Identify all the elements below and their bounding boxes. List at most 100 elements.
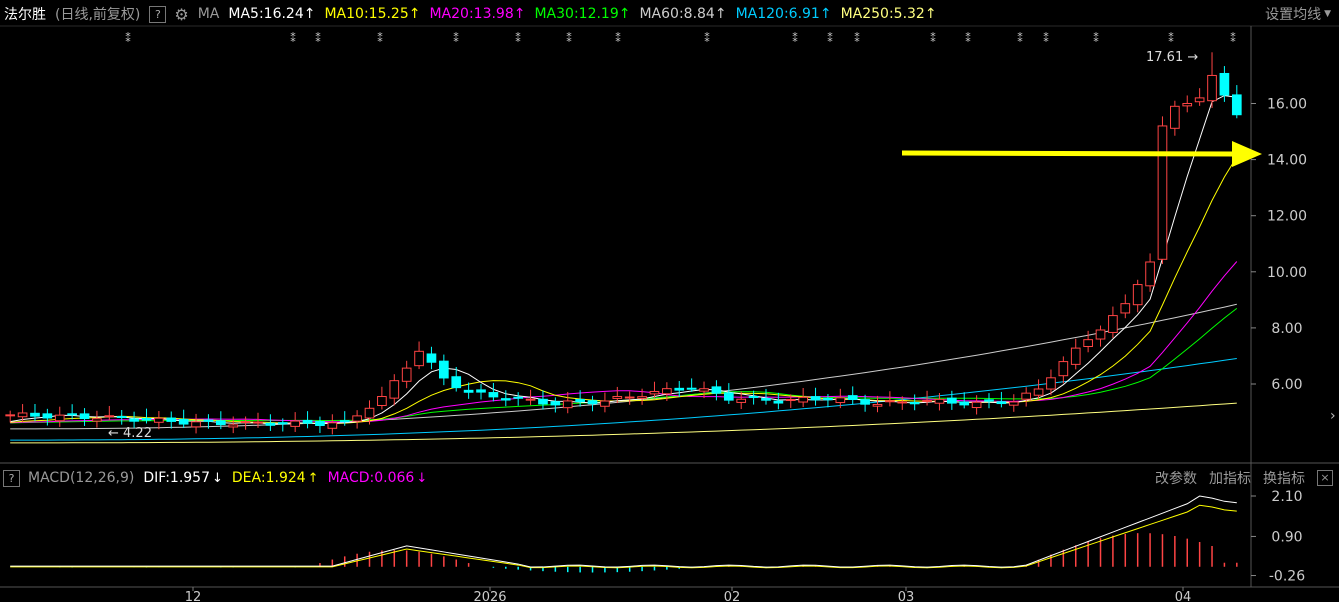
x-tick-label: 02 xyxy=(724,590,741,602)
event-marker: ⁑ xyxy=(566,32,572,45)
candle-body xyxy=(1231,94,1242,116)
event-marker: ⁑ xyxy=(515,32,521,45)
candle-body xyxy=(810,396,821,401)
candle-body xyxy=(723,392,734,401)
candle-body xyxy=(699,388,709,392)
macd-dea: DEA:1.924 xyxy=(231,470,306,486)
candle-body xyxy=(166,417,177,422)
candle-body xyxy=(1046,377,1056,390)
candle-body xyxy=(401,367,412,382)
candle-body xyxy=(265,422,276,426)
add-indicator-button[interactable]: 加指标 xyxy=(1209,468,1251,488)
candle-body xyxy=(203,419,214,422)
candle-body xyxy=(17,412,28,418)
candle-body xyxy=(178,418,189,425)
candle-body xyxy=(290,420,301,427)
candle-body xyxy=(1219,72,1230,96)
candle-body xyxy=(1207,74,1217,102)
macd-value-arrow: ↓ xyxy=(416,470,428,486)
event-marker: ⁑ xyxy=(854,32,860,45)
candle-body xyxy=(141,417,152,421)
high-price-annotation: 17.61 → xyxy=(1146,50,1198,65)
candle-body xyxy=(228,424,239,428)
switch-indicator-button[interactable]: 换指标 xyxy=(1263,468,1305,488)
event-marker: ⁑ xyxy=(1093,32,1099,45)
candle-body xyxy=(42,413,53,419)
candle-body xyxy=(364,407,375,419)
candle-body xyxy=(885,400,895,403)
event-marker: ⁑ xyxy=(930,32,936,45)
candle-body xyxy=(909,401,920,405)
candle-body xyxy=(352,415,362,422)
price-tick-label: 8.00 xyxy=(1271,321,1302,337)
candle-body xyxy=(116,416,127,419)
candle-body xyxy=(1157,125,1168,260)
change-params-button[interactable]: 改参数 xyxy=(1155,468,1197,488)
candle-body xyxy=(1108,315,1118,333)
ma60-line xyxy=(10,303,1237,430)
candle-body xyxy=(92,418,102,422)
x-tick-label: 03 xyxy=(898,590,915,602)
event-marker: ⁑ xyxy=(453,32,459,45)
candle-body xyxy=(748,396,759,399)
candle-body xyxy=(240,421,251,424)
event-marker: ⁑ xyxy=(1168,32,1174,45)
macd-header: ? MACD(12,26,9) DIF:1.957 ↓ DEA:1.924 ↑ … xyxy=(0,467,1339,489)
candle-body xyxy=(934,398,945,404)
event-marker: ⁑ xyxy=(827,32,833,45)
candle-body xyxy=(1132,284,1143,306)
close-icon[interactable]: × xyxy=(1317,470,1333,486)
candle-body xyxy=(339,420,350,423)
candle-body xyxy=(686,387,697,390)
candle-body xyxy=(1145,261,1155,287)
price-tick-label: 10.00 xyxy=(1267,265,1307,281)
candle-body xyxy=(488,392,499,398)
candle-body xyxy=(959,401,970,406)
candle-body xyxy=(30,412,40,417)
candle-body xyxy=(1194,97,1205,103)
candle-body xyxy=(191,421,201,428)
candle-body xyxy=(79,413,90,420)
event-marker: ⁑ xyxy=(965,32,971,45)
candle-body xyxy=(736,398,747,403)
macd-help-button[interactable]: ? xyxy=(3,469,20,487)
event-marker: ⁑ xyxy=(125,32,131,45)
candle-body xyxy=(1008,401,1019,406)
candle-body xyxy=(662,388,672,395)
price-tick-label: 16.00 xyxy=(1267,97,1307,113)
candle-body xyxy=(67,413,77,416)
candle-body xyxy=(500,398,511,401)
ma5-line xyxy=(10,95,1237,425)
candle-body xyxy=(327,422,338,429)
price-tick-label: 12.00 xyxy=(1267,209,1307,225)
macd-value: MACD:0.066 xyxy=(327,470,415,486)
candle-body xyxy=(1021,392,1032,400)
candle-body xyxy=(971,401,982,409)
candle-body xyxy=(761,398,771,401)
event-marker: ⁑ xyxy=(1043,32,1049,45)
candle-body xyxy=(612,395,623,399)
candle-body xyxy=(389,380,400,399)
candle-body xyxy=(377,396,387,406)
candle-body xyxy=(1070,347,1081,365)
candle-body xyxy=(215,420,226,426)
macd-dea-arrow: ↑ xyxy=(307,470,319,486)
candle-body xyxy=(1120,303,1131,314)
candle-body xyxy=(129,418,139,422)
yellow-arrow-head xyxy=(1232,141,1262,167)
candle-body xyxy=(773,400,784,404)
x-tick-label: 2026 xyxy=(473,590,506,602)
macd-dif: DIF:1.957 xyxy=(143,470,210,486)
candle-body xyxy=(525,398,536,401)
candle-body xyxy=(538,398,548,405)
event-marker: ⁑ xyxy=(315,32,321,45)
candle-body xyxy=(253,421,263,424)
candle-body xyxy=(984,399,994,402)
candle-body xyxy=(835,397,846,404)
candle-body xyxy=(315,421,325,427)
candle-body xyxy=(674,387,685,391)
event-marker: ⁑ xyxy=(377,32,383,45)
candle-body xyxy=(54,414,65,422)
macd-title: MACD(12,26,9) xyxy=(28,470,135,486)
price-chart: 16.00 14.00 12.00 10.00 8.00 6.00 2.10 0.90 -0.2… xyxy=(0,25,1339,602)
